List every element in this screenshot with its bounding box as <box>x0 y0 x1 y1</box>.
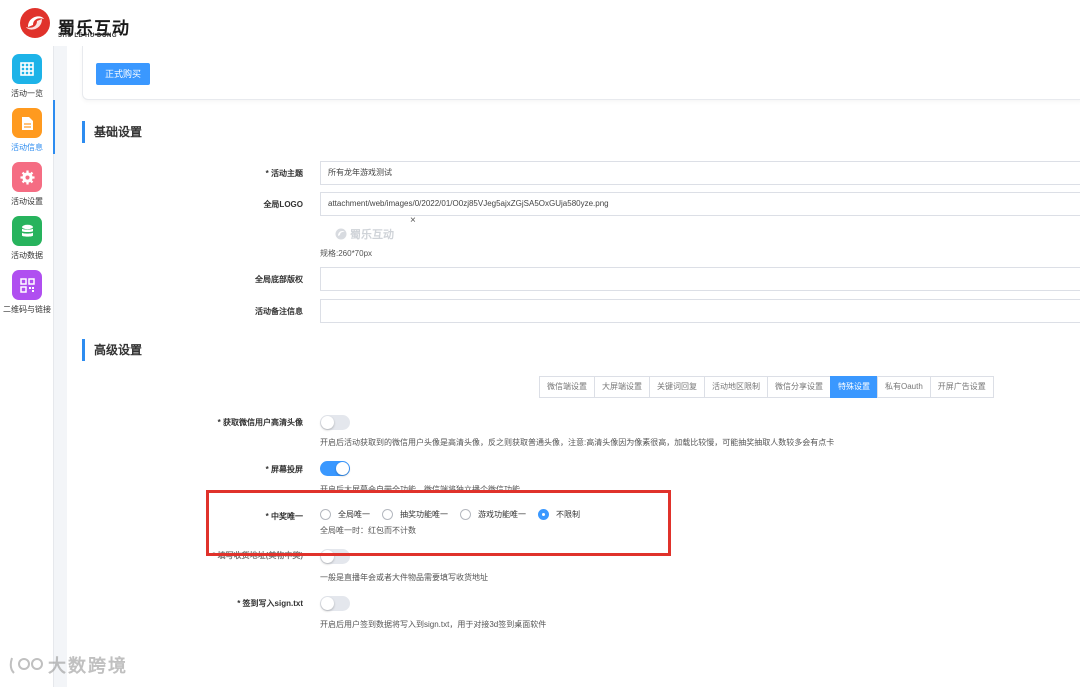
sidebar: 活动一览 活动信息 活动设置 活动数据 二维码与链接 <box>0 46 55 687</box>
logo-size-hint: 规格:260*70px <box>320 249 373 258</box>
tab-special-settings[interactable]: 特殊设置 <box>830 376 878 398</box>
sidebar-item-activity-list[interactable]: 活动一览 <box>0 46 54 98</box>
field-label-remark: 活动备注信息 <box>255 307 303 316</box>
sidebar-item-label: 活动一览 <box>11 89 43 98</box>
setting-label-sign-txt: * 签到写入sign.txt <box>237 599 303 608</box>
hd-avatar-hint: 开启后活动获取到的微信用户头像是高清头像，反之则获取普通头像，注意:高清头像因为… <box>320 438 835 447</box>
tab-private-oauth[interactable]: 私有Oauth <box>877 376 931 398</box>
brand-logo-icon <box>20 8 50 38</box>
purchase-card: 正式购买 <box>82 46 1080 100</box>
document-icon <box>12 108 42 138</box>
screen-cast-toggle[interactable] <box>320 461 350 476</box>
sign-txt-hint: 开启后用户签到数据将写入到sign.txt，用于对接3d签到桌面软件 <box>320 620 547 629</box>
logo-path-input[interactable]: attachment/web/images/0/2022/01/O0zj85VJ… <box>320 192 1080 216</box>
logo-preview: 蜀乐互动 <box>335 224 405 244</box>
hd-avatar-toggle[interactable] <box>320 415 350 430</box>
field-label-theme: * 活动主题 <box>265 169 303 178</box>
sidebar-item-activity-info[interactable]: 活动信息 <box>0 100 55 154</box>
sidebar-item-label: 活动信息 <box>11 143 43 152</box>
sidebar-item-label: 二维码与链接 <box>3 305 51 314</box>
top-bar: 蜀乐互动 SHU LE HU DONG <box>0 0 1080 46</box>
grid-icon <box>12 54 42 84</box>
advanced-tabs: 微信端设置 大屏端设置 关键词回复 活动地区限制 微信分享设置 特殊设置 私有O… <box>539 376 994 398</box>
basic-settings-title: 基础设置 <box>82 121 142 143</box>
tab-wechat-settings[interactable]: 微信端设置 <box>539 376 595 398</box>
buy-button[interactable]: 正式购买 <box>96 63 151 85</box>
toggle-knob <box>336 462 349 475</box>
tab-splash-ad-settings[interactable]: 开屏广告设置 <box>929 376 994 398</box>
sidebar-item-label: 活动数据 <box>11 251 43 260</box>
main-content: 正式购买 基础设置 * 活动主题 所有龙年游戏测试 全局LOGO attachm… <box>67 46 1080 687</box>
sidebar-item-activity-settings[interactable]: 活动设置 <box>0 154 54 206</box>
tab-region-limit[interactable]: 活动地区限制 <box>704 376 768 398</box>
setting-label-hd-avatar: * 获取微信用户高清头像 <box>217 418 303 427</box>
tab-share-settings[interactable]: 微信分享设置 <box>767 376 831 398</box>
advanced-settings-title: 高级设置 <box>82 339 142 361</box>
toggle-knob <box>321 597 334 610</box>
field-label-copyright: 全局底部版权 <box>255 275 303 284</box>
sign-txt-toggle[interactable] <box>320 596 350 611</box>
logo-preview-text: 蜀乐互动 <box>350 229 394 241</box>
brand-subtitle: SHU LE HU DONG <box>58 33 118 39</box>
toggle-knob <box>321 416 334 429</box>
shipping-address-hint: 一般是直播年会或者大件物品需要填写收货地址 <box>320 573 488 582</box>
tab-keyword-reply[interactable]: 关键词回复 <box>649 376 705 398</box>
gear-icon <box>12 162 42 192</box>
setting-label-screen-cast: * 屏幕投屏 <box>265 465 303 474</box>
database-icon <box>12 216 42 246</box>
sidebar-item-activity-data[interactable]: 活动数据 <box>0 208 54 260</box>
sidebar-item-label: 活动设置 <box>11 197 43 206</box>
remark-input[interactable] <box>320 299 1080 323</box>
field-label-logo: 全局LOGO <box>263 200 303 209</box>
logo-remove-button[interactable]: × <box>410 215 416 226</box>
watermark-logo-icon <box>9 657 43 674</box>
watermark-text: 大数跨境 <box>48 656 128 676</box>
sidebar-item-qrcode-links[interactable]: 二维码与链接 <box>0 262 54 314</box>
qrcode-icon <box>12 270 42 300</box>
theme-input[interactable]: 所有龙年游戏测试 <box>320 161 1080 185</box>
copyright-input[interactable] <box>320 267 1080 291</box>
highlight-annotation-box <box>206 490 671 556</box>
watermark: 大数跨境 <box>8 652 128 678</box>
logo-preview-mark-icon <box>335 228 347 240</box>
tab-screen-settings[interactable]: 大屏端设置 <box>594 376 650 398</box>
